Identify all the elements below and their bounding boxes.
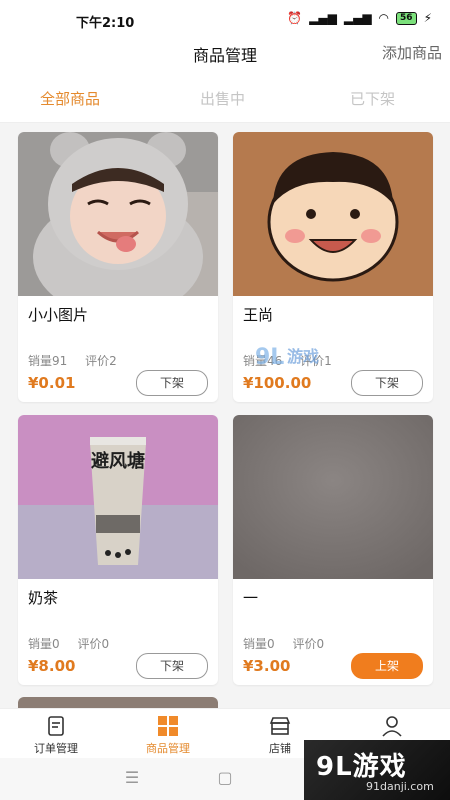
charging-icon: ⚡ [423,11,432,25]
product-image-gray [233,415,433,579]
product-card[interactable]: 小小图片 销量91 评价2 ¥0.01 下架 [18,132,218,402]
home-icon[interactable]: ▢ [215,768,235,788]
tab-label: 订单管理 [34,742,78,755]
product-name: 王尚 [243,306,274,324]
tab-on-sale[interactable]: 出售中 [200,88,245,109]
filter-tabs: 全部商品 出售中 已下架 [0,72,450,123]
product-name: 小小图片 [28,306,89,324]
watermark-main: 9L游戏 [316,752,407,782]
battery-icon: 56 [396,11,417,25]
store-icon [269,717,291,735]
product-grid: 小小图片 销量91 评价2 ¥0.01 下架 王尚 销量46 评价1 ¥100.… [0,122,450,708]
header: 商品管理 添加商品 [0,40,450,72]
product-stats: 销量0 评价0 [28,635,123,652]
svg-text:游戏: 游戏 [287,347,319,366]
signal-icon: ▂▄▆ [309,11,337,25]
signal-2-icon: ▂▄▆ [343,11,372,25]
product-price: ¥0.01 [28,374,76,392]
watermark-logo: 9L游戏 91danji.com [304,740,450,800]
sales-count: 销量0 [243,637,275,651]
alarm-icon: ⏰ [287,11,303,25]
product-image-cartoon [233,132,433,296]
product-image-milk-tea: 避风塘 [18,415,218,579]
delist-button[interactable]: 下架 [136,370,208,396]
tab-product-management[interactable]: 商品管理 [112,709,224,759]
product-stats: 销量91 评价2 [28,352,131,369]
review-count: 评价0 [77,637,110,651]
status-time: 下午2:10 [76,16,135,31]
sales-count: 销量0 [28,637,60,651]
review-count: 评价0 [292,637,325,651]
delist-button[interactable]: 下架 [136,653,208,679]
menu-icon[interactable]: ☰ [122,768,142,788]
product-card[interactable]: 避风塘 奶茶 销量0 评价0 ¥8.00 下架 [18,415,218,685]
product-price: ¥3.00 [243,657,291,675]
tab-label: 商品管理 [146,742,190,755]
order-icon [48,716,64,736]
grid-icon [158,716,178,736]
status-bar: 下午2:10 ⏰ ▂▄▆ ▂▄▆ ◠ 56 ⚡ [0,0,450,40]
delist-button[interactable]: 下架 [351,370,423,396]
svg-text:9L: 9L [255,345,284,370]
tab-order-management[interactable]: 订单管理 [0,709,112,759]
product-stats: 销量0 评价0 [243,635,338,652]
product-card[interactable]: 一 销量0 评价0 ¥3.00 上架 [233,415,433,685]
product-name: 奶茶 [28,589,59,607]
review-count: 评价2 [85,354,117,368]
product-image-baby [18,132,218,296]
sales-count: 销量91 [28,354,68,368]
list-button[interactable]: 上架 [351,653,423,679]
watermark-url: 91danji.com [366,780,434,793]
cup-text: 避风塘 [91,450,145,472]
tab-all-products[interactable]: 全部商品 [40,88,100,109]
product-name: 一 [243,589,259,607]
tab-delisted[interactable]: 已下架 [350,88,395,109]
status-icons: ⏰ ▂▄▆ ▂▄▆ ◠ 56 ⚡ [287,11,432,25]
user-icon [382,716,402,737]
add-product-button[interactable]: 添加商品 [382,42,442,63]
wifi-icon: ◠ [378,11,390,25]
watermark-logo-small: 9L 游戏 [255,345,319,370]
next-product-card-peek [18,697,218,708]
product-price: ¥8.00 [28,657,76,675]
